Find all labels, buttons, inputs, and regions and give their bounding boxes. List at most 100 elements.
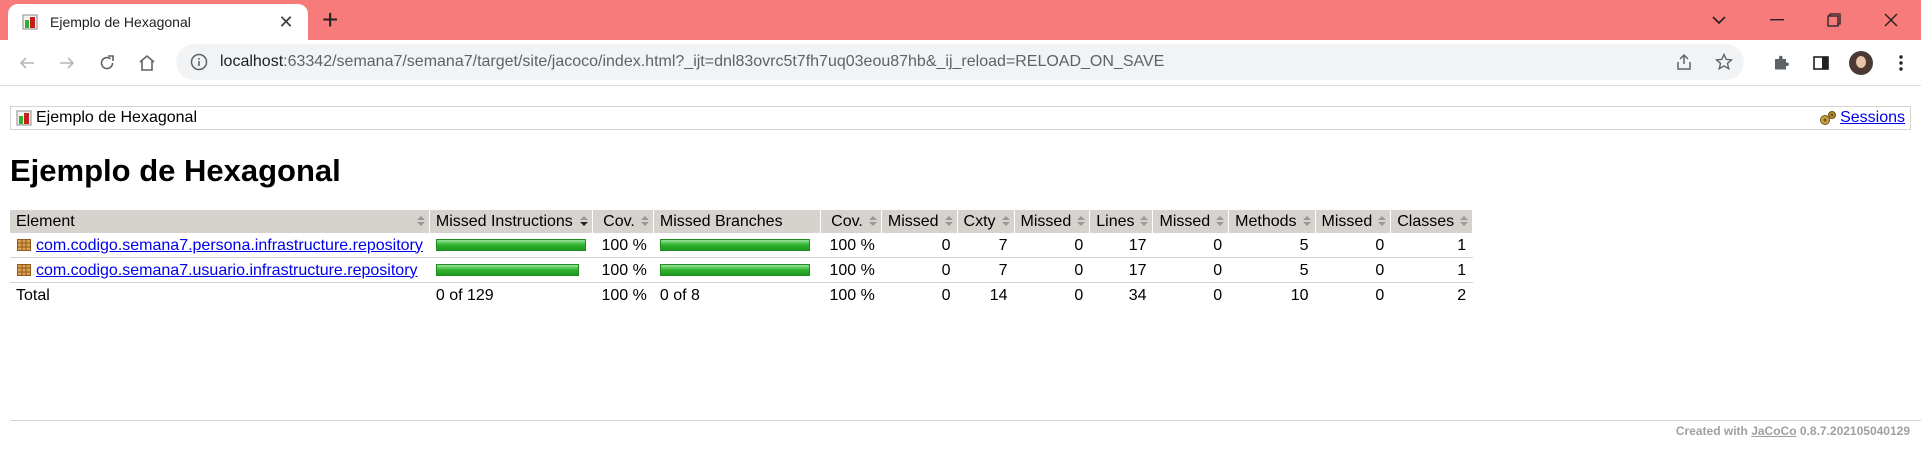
header-missed-lines[interactable]: Missed: [1014, 210, 1091, 233]
url-host: localhost: [220, 53, 284, 70]
home-icon[interactable]: [133, 49, 161, 77]
header-missed-classes[interactable]: Missed: [1315, 210, 1392, 233]
back-icon[interactable]: [13, 49, 41, 77]
header-instr-cov[interactable]: Cov.: [592, 210, 654, 233]
branch-bar-cell: [653, 233, 821, 258]
header-lines[interactable]: Lines: [1089, 210, 1154, 233]
header-cxty[interactable]: Cxty: [957, 210, 1015, 233]
table-row: com.codigo.semana7.usuario.infrastructur…: [10, 257, 1474, 283]
missed-classes-cell: 0: [1315, 257, 1392, 283]
instr-bar-cell: [429, 233, 593, 258]
tab-close-icon[interactable]: ✕: [276, 12, 296, 33]
cxty-cell: 7: [957, 257, 1015, 283]
extensions-puzzle-icon[interactable]: [1761, 49, 1801, 77]
forward-icon[interactable]: [53, 49, 81, 77]
browser-titlebar: Ejemplo de Hexagonal ✕ +: [0, 0, 1921, 40]
jacoco-version: 0.8.7.202105040129: [1796, 424, 1910, 438]
table-header-row: Element Missed Instructions Cov. Missed …: [10, 210, 1474, 233]
site-info-icon[interactable]: [190, 53, 208, 71]
sort-icon: [1077, 216, 1086, 226]
header-label: Missed: [1159, 213, 1211, 230]
jacoco-report-page: Ejemplo de Hexagonal Sessions Ejemplo de…: [0, 86, 1921, 438]
total-instr-cov: 100 %: [592, 282, 654, 307]
package-link[interactable]: com.codigo.semana7.usuario.infrastructur…: [36, 262, 418, 279]
instr-cov-cell: 100 %: [592, 233, 654, 258]
sort-icon: [1378, 216, 1387, 226]
total-instr: 0 of 129: [429, 282, 593, 307]
sort-icon: [868, 216, 877, 226]
instr-cov-cell: 100 %: [592, 257, 654, 283]
url-path: :63342/semana7/semana7/target/site/jacoc…: [283, 53, 1165, 70]
coverage-table: Element Missed Instructions Cov. Missed …: [10, 210, 1474, 307]
header-methods[interactable]: Methods: [1228, 210, 1316, 233]
profile-avatar[interactable]: [1841, 49, 1881, 77]
new-tab-icon[interactable]: +: [322, 5, 338, 35]
missed-cxty-cell: 0: [881, 233, 958, 258]
tab-search-chevron-icon[interactable]: [1691, 0, 1747, 40]
header-missed-cxty[interactable]: Missed: [881, 210, 958, 233]
bookmark-star-icon[interactable]: [1704, 53, 1744, 71]
classes-cell: 1: [1390, 257, 1474, 283]
close-window-icon[interactable]: [1863, 0, 1919, 40]
header-label: Missed: [1321, 213, 1373, 230]
url-text[interactable]: localhost:63342/semana7/semana7/target/s…: [220, 53, 1664, 71]
instr-coverage-bar: [435, 264, 579, 277]
missed-classes-cell: 0: [1315, 233, 1392, 258]
missed-cxty-cell: 0: [881, 257, 958, 283]
browser-tab[interactable]: Ejemplo de Hexagonal ✕: [8, 4, 308, 40]
element-cell: com.codigo.semana7.usuario.infrastructur…: [10, 257, 430, 283]
header-branch-cov[interactable]: Cov.: [820, 210, 882, 233]
header-label: Missed: [887, 213, 939, 230]
created-with-text: Created with JaCoCo 0.8.7.202105040129: [1676, 424, 1910, 438]
total-lines: 34: [1089, 282, 1154, 307]
instr-coverage-bar: [435, 239, 586, 252]
total-missed-classes: 0: [1315, 282, 1392, 307]
header-classes[interactable]: Classes: [1390, 210, 1474, 233]
header-label: Cov.: [603, 213, 635, 230]
sort-icon: [1001, 216, 1010, 226]
session-gears-icon: [1820, 111, 1837, 125]
methods-cell: 5: [1228, 257, 1316, 283]
report-favicon-icon: [22, 14, 38, 30]
header-missed-methods[interactable]: Missed: [1152, 210, 1230, 233]
total-missed-methods: 0: [1152, 282, 1230, 307]
sessions-link[interactable]: Sessions: [1840, 109, 1905, 127]
jacoco-link[interactable]: JaCoCo: [1751, 424, 1796, 438]
lines-cell: 17: [1089, 233, 1154, 258]
header-missed-branches[interactable]: Missed Branches: [653, 210, 821, 233]
sort-icon: [1460, 216, 1469, 226]
reload-icon[interactable]: [93, 49, 121, 77]
branch-bar-cell: [653, 257, 821, 283]
sort-down-icon: [579, 216, 588, 226]
instr-bar-cell: [429, 257, 593, 283]
breadcrumb: Ejemplo de Hexagonal Sessions: [10, 106, 1911, 130]
header-label: Missed Branches: [659, 213, 783, 230]
sort-icon: [1140, 216, 1149, 226]
menu-kebab-icon[interactable]: [1881, 49, 1921, 77]
header-label: Lines: [1096, 213, 1135, 230]
footer: Created with JaCoCo 0.8.7.202105040129: [10, 420, 1921, 438]
total-row: Total 0 of 129 100 % 0 of 8 100 % 0 14 0…: [10, 282, 1474, 307]
omnibox-actions: [1664, 53, 1744, 71]
minimize-icon[interactable]: [1749, 0, 1805, 40]
package-icon: [17, 238, 31, 251]
toolbar-right: [1761, 49, 1921, 77]
missed-methods-cell: 0: [1152, 233, 1230, 258]
header-element[interactable]: Element: [10, 210, 430, 233]
table-row: com.codigo.semana7.persona.infrastructur…: [10, 233, 1474, 258]
side-panel-icon[interactable]: [1801, 49, 1841, 77]
restore-icon[interactable]: [1806, 0, 1862, 40]
missed-methods-cell: 0: [1152, 257, 1230, 283]
header-label: Methods: [1235, 213, 1297, 230]
address-bar[interactable]: localhost:63342/semana7/semana7/target/s…: [176, 44, 1744, 80]
header-missed-instructions[interactable]: Missed Instructions: [429, 210, 593, 233]
total-branch-cov: 100 %: [820, 282, 882, 307]
package-link[interactable]: com.codigo.semana7.persona.infrastructur…: [36, 237, 423, 254]
share-icon[interactable]: [1664, 53, 1704, 71]
total-methods: 10: [1228, 282, 1316, 307]
avatar: [1849, 51, 1873, 75]
total-missed-lines: 0: [1014, 282, 1091, 307]
page-title: Ejemplo de Hexagonal: [10, 153, 341, 188]
total-classes: 2: [1390, 282, 1474, 307]
total-label: Total: [10, 282, 430, 307]
